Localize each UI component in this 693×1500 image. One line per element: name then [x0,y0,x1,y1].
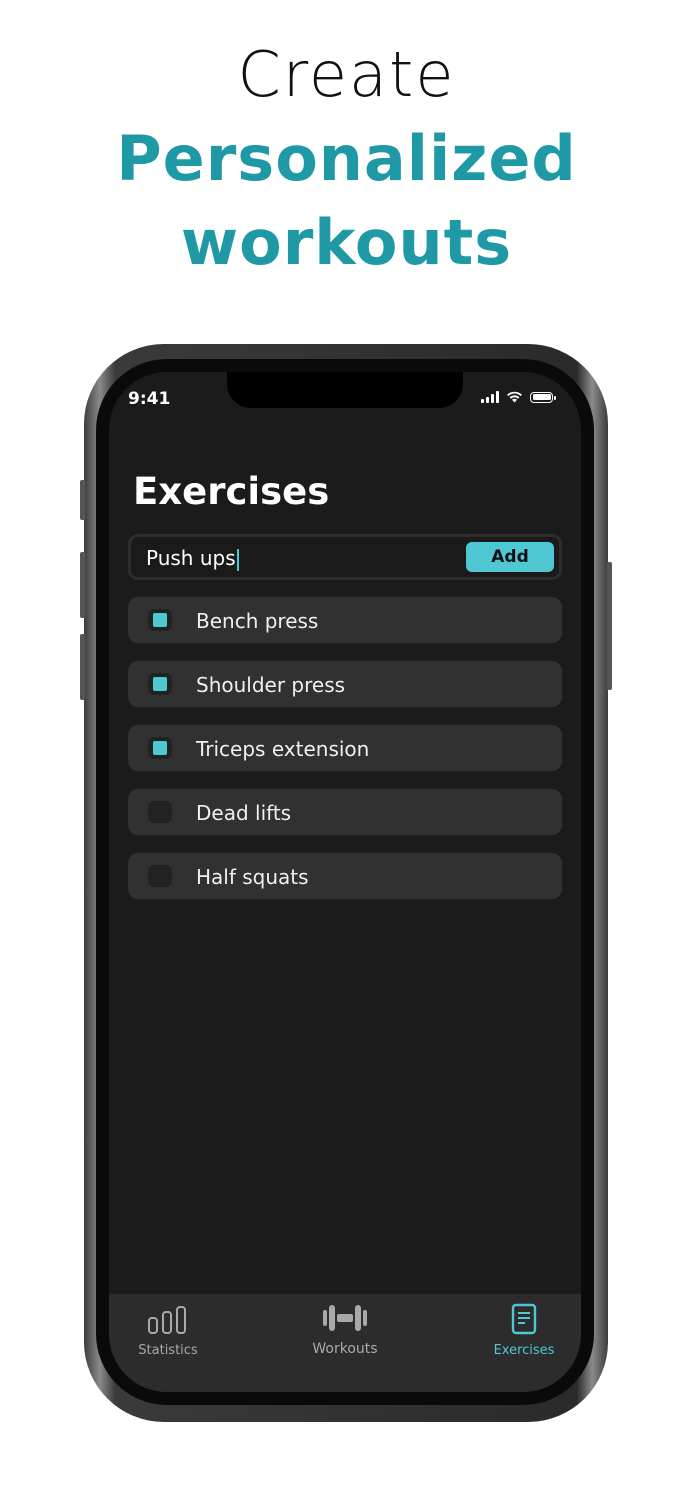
exercise-label: Triceps extension [196,737,370,761]
phone-mute-switch [80,480,85,520]
exercise-item-dead-lifts[interactable]: Dead lifts [128,789,562,835]
tab-statistics[interactable]: Statistics [109,1294,238,1374]
tab-label: Workouts [312,1341,378,1357]
checkbox-unchecked[interactable] [148,801,172,823]
checkbox-checked[interactable] [148,673,172,695]
exercise-label: Half squats [196,865,309,889]
headline-workouts: workouts [180,206,513,279]
phone-screen: 9:41 Exercises Push ups Add Bench press … [109,372,581,1392]
tab-bar: Statistics Workouts Exercises [109,1294,581,1392]
exercise-input-value: Push ups [146,546,236,570]
bar-chart-icon [148,1306,186,1334]
cellular-signal-icon [481,391,499,403]
exercise-item-bench-press[interactable]: Bench press [128,597,562,643]
headline-personalized: Personalized [116,122,577,195]
page-title: Exercises [133,470,330,513]
tab-label: Statistics [138,1343,198,1358]
notch [227,372,463,408]
exercise-label: Dead lifts [196,801,292,825]
document-icon [511,1303,537,1335]
exercise-label: Bench press [196,609,319,633]
phone-volume-up [80,552,85,618]
exercise-item-half-squats[interactable]: Half squats [128,853,562,899]
exercise-item-shoulder-press[interactable]: Shoulder press [128,661,562,707]
status-time: 9:41 [128,389,171,409]
dumbbell-icon [323,1305,367,1331]
headline-create: Create [237,38,456,111]
checkbox-checked[interactable] [148,737,172,759]
battery-icon [530,391,556,403]
tab-exercises[interactable]: Exercises [454,1294,581,1374]
tab-label: Exercises [493,1343,555,1358]
wifi-icon [507,391,522,403]
phone-power-button [607,562,612,690]
checkbox-unchecked[interactable] [148,865,172,887]
add-button[interactable]: Add [466,542,554,572]
text-caret [236,548,239,571]
phone-volume-down [80,634,85,700]
checkbox-checked[interactable] [148,609,172,631]
exercise-input[interactable]: Push ups Add [128,534,562,580]
tab-workouts[interactable]: Workouts [275,1294,415,1374]
status-icons [481,391,556,403]
exercise-label: Shoulder press [196,673,346,697]
exercise-item-triceps-extension[interactable]: Triceps extension [128,725,562,771]
